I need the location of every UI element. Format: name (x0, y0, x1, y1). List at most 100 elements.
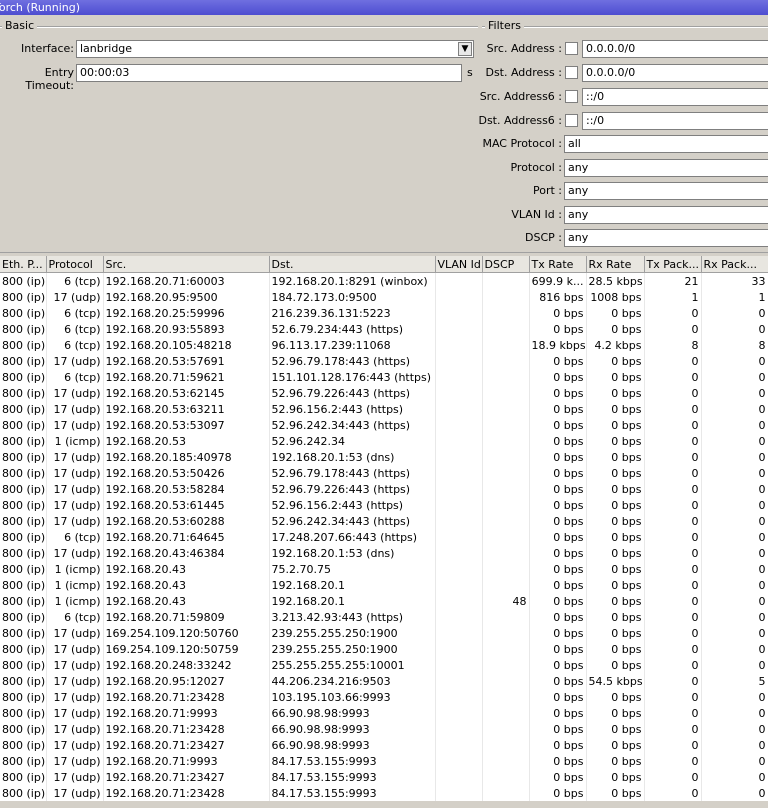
vlan-id-cell (435, 785, 482, 801)
rx-packets-cell: 0 (701, 305, 768, 321)
table-row[interactable]: 800 (ip)17 (udp)192.168.20.53:5042652.96… (0, 465, 768, 481)
table-row[interactable]: 800 (ip)17 (udp)192.168.20.53:6214552.96… (0, 385, 768, 401)
rx-packets-cell: 0 (701, 417, 768, 433)
tx-rate-cell: 816 bps (529, 289, 586, 305)
table-row[interactable]: 800 (ip)17 (udp)192.168.20.53:5309752.96… (0, 417, 768, 433)
tx-packets-cell: 0 (644, 785, 701, 801)
table-row[interactable]: 800 (ip)1 (icmp)192.168.20.43192.168.20.… (0, 593, 768, 609)
dscp-field[interactable]: any (564, 229, 768, 247)
protocol-cell: 17 (udp) (46, 353, 103, 369)
dst-address6-not-checkbox[interactable] (565, 114, 578, 127)
table-row[interactable]: 800 (ip)6 (tcp)192.168.20.25:59996216.23… (0, 305, 768, 321)
port-field[interactable]: any (564, 182, 768, 200)
table-row[interactable]: 800 (ip)6 (tcp)192.168.20.105:4821896.11… (0, 337, 768, 353)
table-row[interactable]: 800 (ip)17 (udp)192.168.20.185:40978192.… (0, 449, 768, 465)
table-row[interactable]: 800 (ip)17 (udp)192.168.20.71:2342766.90… (0, 737, 768, 753)
dscp-label: DSCP : (470, 231, 562, 244)
table-row[interactable]: 800 (ip)6 (tcp)192.168.20.71:6464517.248… (0, 529, 768, 545)
rx-packets-cell: 0 (701, 353, 768, 369)
col-rx-rate-header[interactable]: Rx Rate (586, 256, 644, 273)
table-row[interactable]: 800 (ip)17 (udp)192.168.20.71:999366.90.… (0, 705, 768, 721)
table-row[interactable]: 800 (ip)17 (udp)192.168.20.71:2342866.90… (0, 721, 768, 737)
table-row[interactable]: 800 (ip)17 (udp)192.168.20.71:999384.17.… (0, 753, 768, 769)
table-row[interactable]: 800 (ip)17 (udp)192.168.20.71:2342784.17… (0, 769, 768, 785)
tx-rate-cell: 0 bps (529, 561, 586, 577)
tx-rate-cell: 0 bps (529, 465, 586, 481)
table-row[interactable]: 800 (ip)1 (icmp)192.168.20.4375.2.70.750… (0, 561, 768, 577)
protocol-field[interactable]: any (564, 159, 768, 177)
rx-rate-cell: 54.5 kbps (586, 673, 644, 689)
eth-proto-cell: 800 (ip) (0, 465, 46, 481)
entry-timeout-field[interactable]: 00:00:03 (76, 64, 462, 82)
dscp-cell (482, 433, 529, 449)
src-cell: 192.168.20.95:12027 (103, 673, 269, 689)
vlan-id-field[interactable]: any (564, 206, 768, 224)
dst-cell: 96.113.17.239:11068 (269, 337, 435, 353)
tx-packets-cell: 0 (644, 561, 701, 577)
table-row[interactable]: 800 (ip)17 (udp)192.168.20.248:33242255.… (0, 657, 768, 673)
table-row[interactable]: 800 (ip)17 (udp)192.168.20.53:6144552.96… (0, 497, 768, 513)
tx-packets-cell: 0 (644, 737, 701, 753)
protocol-cell: 17 (udp) (46, 465, 103, 481)
table-row[interactable]: 800 (ip)1 (icmp)192.168.20.5352.96.242.3… (0, 433, 768, 449)
protocol-cell: 17 (udp) (46, 417, 103, 433)
tx-rate-cell: 699.9 k... (529, 273, 586, 290)
src-address6-field[interactable]: ::/0 (582, 88, 768, 106)
col-dscp-header[interactable]: DSCP (482, 256, 529, 273)
rx-rate-cell: 4.2 kbps (586, 337, 644, 353)
basic-group-border (0, 26, 478, 28)
table-row[interactable]: 800 (ip)6 (tcp)192.168.20.93:5589352.6.7… (0, 321, 768, 337)
mac-protocol-field[interactable]: all (564, 135, 768, 153)
protocol-cell: 17 (udp) (46, 705, 103, 721)
col-protocol-header[interactable]: Protocol (46, 256, 103, 273)
col-tx-packets-header[interactable]: Tx Pack... (644, 256, 701, 273)
src-address6-not-checkbox[interactable] (565, 90, 578, 103)
table-row[interactable]: 800 (ip)1 (icmp)192.168.20.43192.168.20.… (0, 577, 768, 593)
table-row[interactable]: 800 (ip)17 (udp)192.168.20.95:1202744.20… (0, 673, 768, 689)
rx-packets-cell: 0 (701, 625, 768, 641)
dst-address6-field[interactable]: ::/0 (582, 112, 768, 130)
col-src-header[interactable]: Src. (103, 256, 269, 273)
table-row[interactable]: 800 (ip)17 (udp)192.168.20.53:6028852.96… (0, 513, 768, 529)
dst-address-label: Dst. Address : (470, 66, 562, 79)
src-cell: 169.254.109.120:50760 (103, 625, 269, 641)
table-row[interactable]: 800 (ip)17 (udp)192.168.20.53:5769152.96… (0, 353, 768, 369)
dst-cell: 84.17.53.155:9993 (269, 753, 435, 769)
tx-rate-cell: 0 bps (529, 625, 586, 641)
col-vlan-id-header[interactable]: VLAN Id (435, 256, 482, 273)
table-row[interactable]: 800 (ip)17 (udp)192.168.20.71:2342884.17… (0, 785, 768, 801)
tx-rate-cell: 0 bps (529, 497, 586, 513)
rx-packets-cell: 0 (701, 609, 768, 625)
col-rx-packets-header[interactable]: Rx Pack... (701, 256, 768, 273)
table-row[interactable]: 800 (ip)6 (tcp)192.168.20.71:60003192.16… (0, 273, 768, 290)
dst-address-field[interactable]: 0.0.0.0/0 (582, 64, 768, 82)
table-row[interactable]: 800 (ip)6 (tcp)192.168.20.71:59621151.10… (0, 369, 768, 385)
table-row[interactable]: 800 (ip)17 (udp)192.168.20.53:5828452.96… (0, 481, 768, 497)
dscp-cell (482, 609, 529, 625)
dscp-cell (482, 689, 529, 705)
table-row[interactable]: 800 (ip)17 (udp)192.168.20.95:9500184.72… (0, 289, 768, 305)
table-row[interactable]: 800 (ip)17 (udp)192.168.20.43:46384192.1… (0, 545, 768, 561)
table-row[interactable]: 800 (ip)17 (udp)192.168.20.71:23428103.1… (0, 689, 768, 705)
protocol-cell: 6 (tcp) (46, 273, 103, 290)
col-dst-header[interactable]: Dst. (269, 256, 435, 273)
protocol-cell: 17 (udp) (46, 513, 103, 529)
protocol-cell: 6 (tcp) (46, 305, 103, 321)
src-address-not-checkbox[interactable] (565, 42, 578, 55)
col-tx-rate-header[interactable]: Tx Rate (529, 256, 586, 273)
table-row[interactable]: 800 (ip)17 (udp)169.254.109.120:50759239… (0, 641, 768, 657)
interface-select[interactable]: lanbridge (76, 40, 474, 58)
rx-rate-cell: 0 bps (586, 449, 644, 465)
rx-rate-cell: 0 bps (586, 417, 644, 433)
table-row[interactable]: 800 (ip)17 (udp)192.168.20.53:6321152.96… (0, 401, 768, 417)
vlan-id-cell (435, 385, 482, 401)
tx-packets-cell: 0 (644, 689, 701, 705)
vlan-id-cell (435, 545, 482, 561)
table-row[interactable]: 800 (ip)6 (tcp)192.168.20.71:598093.213.… (0, 609, 768, 625)
filters-group-border (482, 26, 768, 28)
dst-address-not-checkbox[interactable] (565, 66, 578, 79)
src-address-field[interactable]: 0.0.0.0/0 (582, 40, 768, 58)
table-row[interactable]: 800 (ip)17 (udp)169.254.109.120:50760239… (0, 625, 768, 641)
rx-packets-cell: 33 (701, 273, 768, 290)
col-eth-proto-header[interactable]: Eth. P... / (0, 256, 46, 273)
